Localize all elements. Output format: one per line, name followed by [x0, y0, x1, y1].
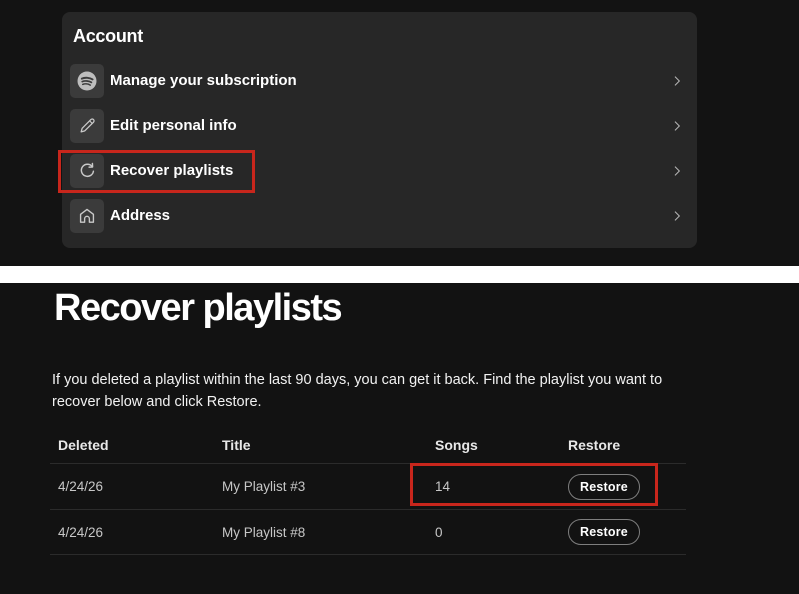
menu-item-address[interactable]: Address [62, 193, 697, 238]
section-divider-band [0, 266, 799, 283]
menu-item-label: Manage your subscription [110, 72, 297, 89]
table-header-row: Deleted Title Songs Restore [50, 427, 686, 463]
account-menu: Manage your subscription Edit personal i… [62, 58, 697, 238]
page-title: Recover playlists [54, 287, 343, 329]
menu-item-recover-playlists[interactable]: Recover playlists [62, 148, 697, 193]
pencil-icon [70, 108, 104, 143]
menu-item-label: Recover playlists [110, 162, 234, 179]
page: Account Manage your subscription Edit pe… [0, 0, 799, 594]
spotify-icon [70, 63, 104, 98]
recover-playlists-table: Deleted Title Songs Restore 4/24/26 My P… [50, 427, 686, 555]
cell-deleted-date: 4/24/26 [58, 524, 104, 540]
menu-item-label: Edit personal info [110, 117, 237, 134]
cell-song-count: 14 [435, 479, 451, 494]
column-header-title: Title [222, 437, 251, 453]
cell-playlist-title: My Playlist #3 [222, 479, 306, 494]
menu-item-edit-personal-info[interactable]: Edit personal info [62, 103, 697, 148]
restore-button[interactable]: Restore [568, 473, 640, 500]
recover-playlists-section: Recover playlists If you deleted a playl… [0, 283, 799, 594]
home-icon [70, 198, 104, 233]
chevron-right-icon [670, 119, 684, 133]
column-header-deleted: Deleted [58, 437, 109, 453]
chevron-right-icon [670, 74, 684, 88]
column-header-restore: Restore [568, 437, 621, 453]
menu-item-label: Address [110, 207, 171, 224]
cell-song-count: 0 [435, 524, 443, 540]
cell-deleted-date: 4/24/26 [58, 479, 104, 494]
account-settings-section: Account Manage your subscription Edit pe… [0, 0, 799, 266]
page-description: If you deleted a playlist within the las… [52, 372, 663, 410]
menu-item-manage-subscription[interactable]: Manage your subscription [62, 58, 697, 103]
refresh-icon [70, 153, 104, 188]
chevron-right-icon [670, 209, 684, 223]
account-panel: Account Manage your subscription Edit pe… [62, 12, 697, 248]
chevron-right-icon [670, 164, 684, 178]
table-row: 4/24/26 My Playlist #3 14 Restore [50, 463, 686, 509]
column-header-songs: Songs [435, 437, 478, 453]
account-panel-title: Account [73, 26, 143, 46]
restore-button[interactable]: Restore [568, 519, 640, 545]
cell-playlist-title: My Playlist #8 [222, 524, 306, 540]
table-row: 4/24/26 My Playlist #8 0 Restore [50, 509, 686, 555]
